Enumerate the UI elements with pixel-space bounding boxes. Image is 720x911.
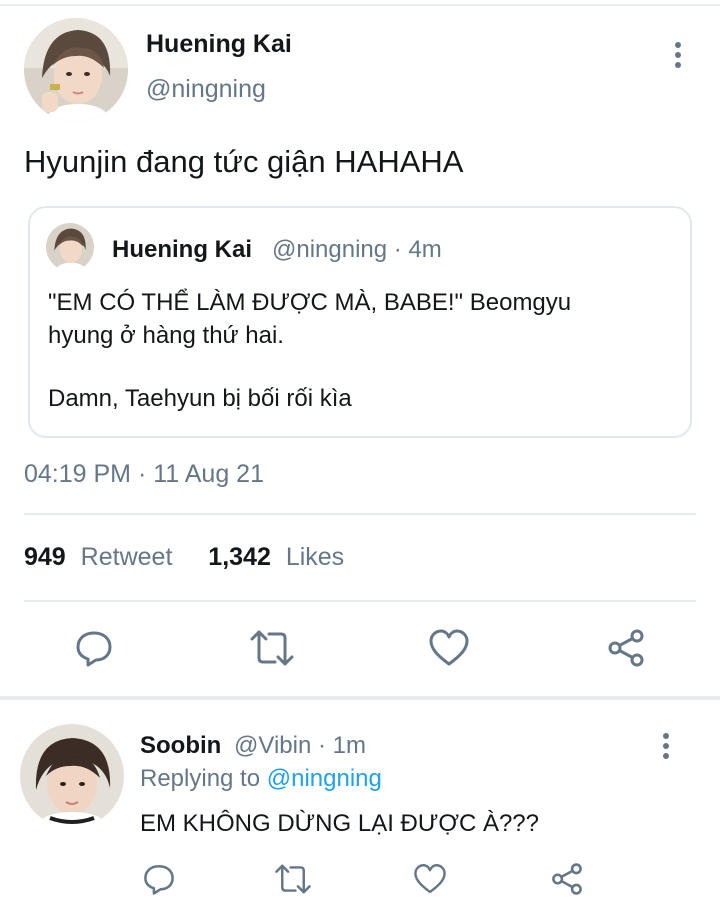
reply-icon[interactable] [142, 862, 176, 896]
reply-author-name[interactable]: Soobin [140, 732, 221, 760]
reply-text: EM KHÔNG DỪNG LẠI ĐƯỢC À??? [140, 810, 539, 837]
share-icon[interactable] [550, 862, 584, 896]
quoted-text-line: hyung ở hàng thứ hai. [48, 322, 284, 349]
quoted-author-name: Huening Kai [112, 236, 253, 263]
like-icon[interactable] [428, 628, 470, 668]
tweet-timestamp[interactable]: 04:19 PM · 11 Aug 21 [24, 460, 264, 489]
replying-mention-link[interactable]: @ningning [267, 765, 382, 792]
section-separator [0, 696, 720, 700]
retweet-icon[interactable] [249, 628, 295, 668]
reply-author-meta[interactable]: @Vibin · 1m [234, 732, 366, 760]
retweet-count[interactable]: 949 [24, 543, 66, 571]
author-name[interactable]: Huening Kai [146, 30, 292, 59]
quoted-text-line: "EM CÓ THỂ LÀM ĐƯỢC MÀ, BABE!" Beomgyu [48, 289, 572, 316]
like-count[interactable]: 1,342 [208, 543, 271, 571]
divider [24, 513, 696, 515]
reply-author-avatar[interactable] [20, 724, 124, 828]
quoted-author-avatar [46, 223, 94, 271]
quoted-text: "EM CÓ THỂ LÀM ĐƯỢC MÀ, BABE!" Beomgyu h… [48, 286, 668, 415]
reply-icon[interactable] [74, 628, 114, 668]
main-tweet: Huening Kai @ningning Hyunjin đang tức g… [0, 0, 720, 698]
quoted-text-line: Damn, Taehyun bị bối rối kìa [48, 385, 352, 412]
share-icon[interactable] [606, 628, 646, 668]
quoted-author-meta: @ningning · 4m [272, 236, 442, 263]
divider [24, 600, 696, 602]
tweet-stats: 949 Retweet 1,342 Likes [24, 543, 344, 572]
quoted-tweet[interactable]: Huening Kai @ningning · 4m "EM CÓ THỂ LÀ… [28, 206, 692, 438]
like-icon[interactable] [413, 862, 447, 896]
replying-prefix: Replying to [140, 765, 261, 792]
tweet-text: Hyunjin đang tức giận HAHAHA [24, 144, 464, 179]
more-vertical-icon[interactable] [668, 40, 688, 70]
author-avatar[interactable] [24, 18, 128, 122]
like-label[interactable]: Likes [286, 543, 344, 571]
more-vertical-icon[interactable] [656, 731, 676, 761]
replying-to: Replying to @ningning [140, 765, 382, 793]
retweet-icon[interactable] [274, 862, 312, 896]
author-handle[interactable]: @ningning [146, 75, 266, 104]
retweet-label[interactable]: Retweet [81, 543, 173, 571]
